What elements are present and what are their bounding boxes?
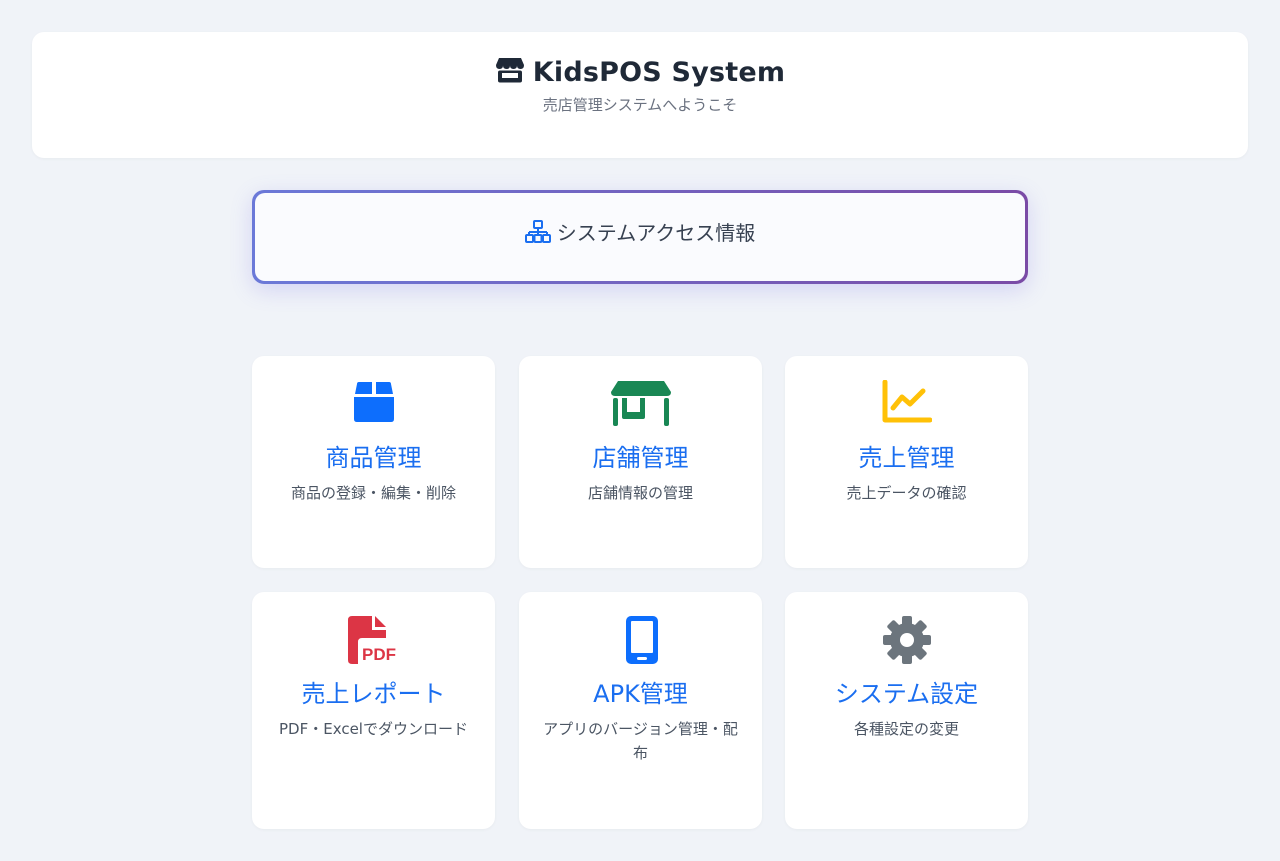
title-row: KidsPOS System (32, 56, 1248, 88)
card-description: 店舗情報の管理 (587, 484, 693, 502)
gear-icon (785, 616, 1028, 664)
card-description: PDF・Excelでダウンロード (279, 720, 468, 738)
card-system-settings[interactable]: システム設定 各種設定の変更 (785, 592, 1028, 829)
card-title: システム設定 (834, 680, 979, 708)
card-description: 各種設定の変更 (853, 720, 959, 738)
page-header: KidsPOS System 売店管理システムへようこそ (32, 32, 1248, 158)
page-title: KidsPOS System (532, 56, 786, 88)
card-description: 売上データの確認 (846, 484, 967, 502)
card-product-management[interactable]: 商品管理 商品の登録・編集・削除 (252, 356, 495, 568)
card-apk-management[interactable]: APK管理 アプリのバージョン管理・配布 (519, 592, 762, 829)
card-store-management[interactable]: 店舗管理 店舗情報の管理 (519, 356, 762, 568)
card-title: 商品管理 (325, 444, 422, 472)
page-subtitle: 売店管理システムへようこそ (542, 96, 738, 114)
card-sales-report[interactable]: PDF 売上レポート PDF・Excelでダウンロード (252, 592, 495, 829)
card-title: 店舗管理 (592, 444, 689, 472)
network-icon (524, 217, 551, 248)
card-title: 売上レポート (301, 680, 446, 708)
card-sales-management[interactable]: 売上管理 売上データの確認 (785, 356, 1028, 568)
phone-icon (519, 616, 762, 664)
card-title: APK管理 (593, 680, 688, 708)
box-icon (252, 380, 495, 428)
card-title: 売上管理 (858, 444, 955, 472)
store-icon (495, 56, 525, 88)
svg-text:PDF: PDF (362, 645, 396, 664)
file-pdf-icon: PDF (252, 616, 495, 664)
system-access-inner: システムアクセス情報 (255, 193, 1025, 281)
card-description: 商品の登録・編集・削除 (290, 484, 456, 502)
chart-line-icon (785, 380, 1028, 428)
system-access-label: システムアクセス情報 (556, 221, 756, 245)
card-description: アプリのバージョン管理・配布 (543, 720, 738, 762)
shop-icon (519, 380, 762, 428)
system-access-panel[interactable]: システムアクセス情報 (252, 190, 1028, 284)
